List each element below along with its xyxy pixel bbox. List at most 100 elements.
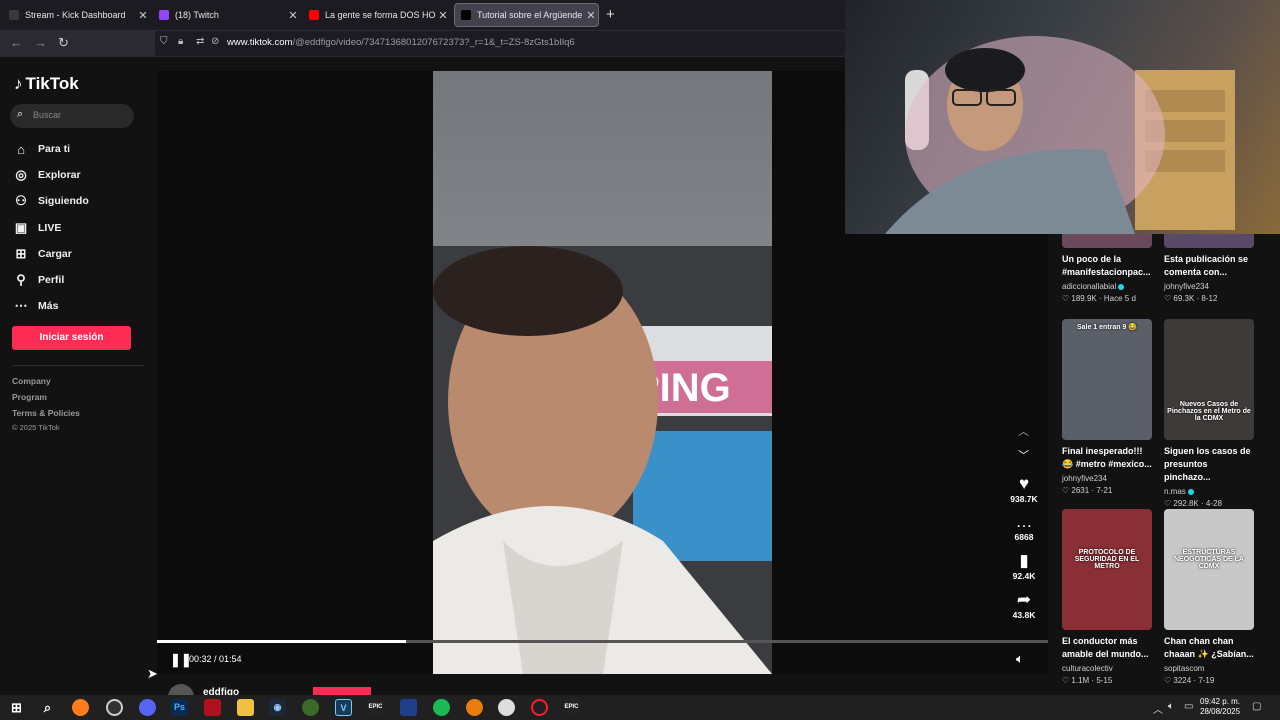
photoshop-icon[interactable]: Ps (171, 699, 188, 716)
capcut-icon[interactable] (498, 699, 515, 716)
browser-tab[interactable]: Tutorial sobre el Argüende ✕ (454, 3, 599, 27)
back-icon[interactable]: ← (10, 35, 23, 50)
post-date: 7-19 (1198, 676, 1215, 685)
network-tray-icon[interactable]: ▭ (1184, 701, 1193, 712)
previous-video-icon[interactable]: ︿ (1018, 423, 1029, 439)
address-bar[interactable]: ⛉ 🔒︎ ⇄ ⊘ www.tiktok.com/@eddfigo/video/7… (155, 31, 845, 56)
taskbar-search-icon[interactable]: ⌕ (39, 699, 56, 716)
video-frame[interactable]: PING (433, 71, 772, 674)
twitch-icon (159, 10, 169, 20)
comment-icon: … (1015, 512, 1033, 531)
app-icon-blue[interactable] (400, 699, 417, 716)
sidebar-item-live[interactable]: ▣ LIVE (12, 218, 62, 238)
comment-button[interactable]: … 6868 (1004, 512, 1044, 542)
blender-icon[interactable] (466, 699, 483, 716)
steam-icon[interactable]: ◉ (269, 699, 286, 716)
share-button[interactable]: ➦ 43.8K (1004, 590, 1044, 620)
follow-button[interactable] (313, 687, 371, 695)
tiktok-logo[interactable]: ♪ TikTok (14, 74, 79, 94)
browser-tab[interactable]: La gente se forma DOS HORAS✕ (303, 3, 450, 27)
video-author[interactable]: n.mas (1164, 487, 1254, 496)
taskbar-clock[interactable]: 09:42 p. m. 28/08/2025 (1200, 697, 1240, 717)
video-title[interactable]: Final inesperado!!! 😂 #metro #mexico... (1062, 445, 1154, 471)
video-title[interactable]: Esta publicación se comenta con... (1164, 253, 1256, 279)
sidebar-item-explorar[interactable]: ◎ Explorar (12, 165, 80, 185)
video-thumbnail[interactable]: PROTOCOLO DE SEGURIDAD EN EL METRO (1062, 509, 1152, 630)
video-thumbnail[interactable]: Sale 1 entran 9 😂 (1062, 319, 1152, 440)
sidebar-item-cargar[interactable]: ⊞ Cargar (12, 244, 72, 264)
forward-icon[interactable]: → (34, 35, 47, 50)
video-title[interactable]: El conductor más amable del mundo... (1062, 635, 1154, 661)
progress-fill[interactable] (157, 640, 407, 643)
video-thumbnail[interactable]: ESTRUCTURAS NEOGÓTICAS DE LA CDMX (1164, 509, 1254, 630)
like-button[interactable]: ♥ 938.7K (1004, 474, 1044, 504)
video-author[interactable]: adiccionallabial (1062, 282, 1152, 291)
related-video-card[interactable]: Nuevos Casos de Pinchazos en el Metro de… (1164, 319, 1254, 508)
tray-chevron-icon[interactable]: ︿ (1153, 701, 1163, 716)
firefox-icon[interactable] (72, 699, 89, 716)
live-icon: ▣ (14, 220, 28, 235)
video-frame-image: PING (433, 71, 772, 674)
epic-games-icon[interactable]: EPIC (367, 699, 384, 716)
related-video-card[interactable]: Sale 1 entran 9 😂 Final inesperado!!! 😂 #… (1062, 319, 1152, 495)
related-video-card[interactable]: PROTOCOLO DE SEGURIDAD EN EL METRO El con… (1062, 509, 1152, 685)
windows-start-icon[interactable]: ⊞ (8, 699, 25, 716)
author-name: culturacolectiv (1062, 664, 1113, 673)
upload-icon: ⊞ (15, 246, 27, 261)
permissions-icon[interactable]: ⇄ (196, 36, 204, 47)
reload-icon[interactable]: ↻ (58, 35, 69, 51)
footer-link-program[interactable]: Program (12, 392, 47, 402)
epic-games-icon-2[interactable]: EPIC (563, 699, 580, 716)
close-icon[interactable]: ✕ (436, 9, 450, 22)
tab-label: La gente se forma DOS HORAS (325, 10, 436, 20)
video-title[interactable]: Un poco de la #manifestacionpac... (1062, 253, 1154, 279)
video-author[interactable]: johnyfive234 (1164, 282, 1254, 291)
autoplay-blocked-icon[interactable]: ⊘ (211, 36, 219, 47)
footer-link-terms[interactable]: Terms & Policies (12, 408, 80, 418)
lock-icon[interactable]: 🔒︎ (178, 36, 183, 47)
volume-tray-icon[interactable]: 🔈︎ (1168, 701, 1174, 712)
close-icon[interactable]: ✕ (286, 9, 300, 22)
obs-icon[interactable] (106, 699, 123, 716)
video-time: 00:32 / 01:54 (189, 654, 242, 664)
volume-icon[interactable]: 🔈︎ (1016, 651, 1024, 667)
sidebar-item-más[interactable]: ⋯ Más (12, 296, 59, 316)
tab-label: Stream - Kick Dashboard (25, 10, 126, 20)
discord-icon[interactable] (139, 699, 156, 716)
post-date: 8-12 (1201, 294, 1218, 303)
close-icon[interactable]: ✕ (136, 9, 150, 22)
sidebar-item-siguiendo[interactable]: ⚇ Siguiendo (12, 191, 89, 211)
save-button[interactable]: ▮ 92.4K (1004, 551, 1044, 581)
video-title[interactable]: Siguen los casos de presuntos pinchazo..… (1164, 445, 1256, 484)
heart-outline-icon: ♡ (1164, 676, 1172, 685)
next-video-icon[interactable]: ﹀ (1018, 447, 1029, 463)
video-author[interactable]: sopitascom (1164, 664, 1254, 673)
video-author[interactable]: culturacolectiv (1062, 664, 1152, 673)
app-icon-green[interactable] (302, 699, 319, 716)
valorant-icon[interactable]: V (335, 699, 352, 716)
close-icon[interactable]: ✕ (584, 9, 598, 22)
share-count: 43.8K (1012, 610, 1036, 620)
url-text[interactable]: www.tiktok.com/@eddfigo/video/7347136801… (227, 37, 575, 48)
shield-icon[interactable]: ⛉ (160, 36, 168, 47)
video-author[interactable]: johnyfive234 (1062, 474, 1152, 483)
sidebar-item-para-ti[interactable]: ⌂ Para ti (12, 139, 70, 159)
new-tab-button[interactable]: + (606, 6, 615, 23)
like-count: 292.8K (1173, 499, 1199, 508)
notifications-icon[interactable]: ▢ (1252, 701, 1261, 712)
video-title[interactable]: Chan chan chan chaaan ✨ ¿Sabían... (1164, 635, 1256, 661)
related-video-card[interactable]: ESTRUCTURAS NEOGÓTICAS DE LA CDMX Chan ch… (1164, 509, 1254, 685)
tiktok-note-icon: ♪ (14, 74, 23, 93)
file-explorer-icon[interactable] (237, 699, 254, 716)
spotify-icon[interactable] (433, 699, 450, 716)
heart-outline-icon: ♡ (1164, 499, 1172, 508)
login-button[interactable]: Iniciar sesión (12, 326, 131, 350)
search-input[interactable]: ⌕ Buscar (10, 104, 134, 128)
voicemeeter-icon[interactable] (204, 699, 221, 716)
footer-link-company[interactable]: Company (12, 376, 51, 386)
sidebar-item-perfil[interactable]: ⚲ Perfil (12, 270, 64, 290)
opera-gx-icon[interactable] (531, 699, 548, 716)
browser-tab[interactable]: Stream - Kick Dashboard ✕ (3, 3, 150, 27)
video-thumbnail[interactable]: Nuevos Casos de Pinchazos en el Metro de… (1164, 319, 1254, 440)
browser-tab[interactable]: (18) Twitch ✕ (153, 3, 300, 27)
